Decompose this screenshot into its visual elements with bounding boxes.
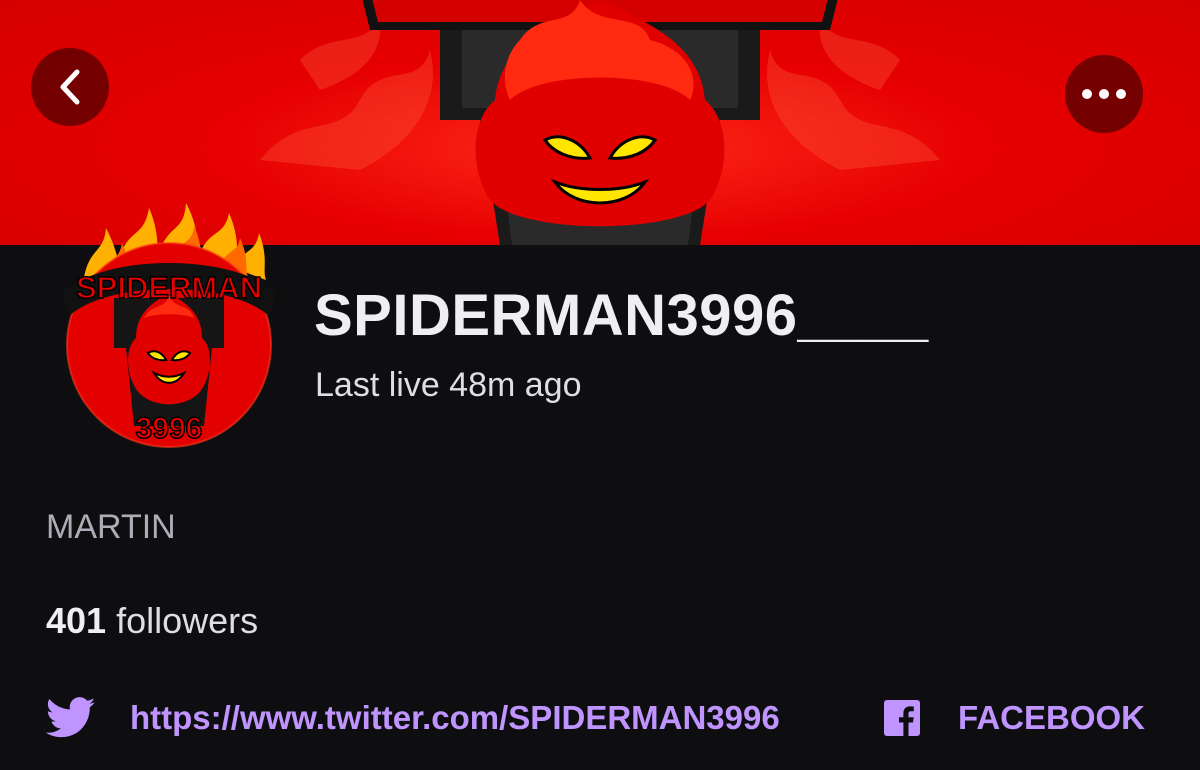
followers-label: followers — [116, 600, 259, 641]
channel-username: SPIDERMAN3996____ — [314, 283, 929, 348]
followers-number: 401 — [46, 600, 107, 641]
twitter-icon — [46, 697, 96, 738]
back-button[interactable] — [31, 48, 109, 126]
chevron-left-icon — [60, 69, 80, 105]
avatar-text-top: SPIDERMAN — [76, 270, 262, 305]
channel-profile-page: SPIDERMAN 3996 SPIDERMAN3996____ Last li… — [0, 0, 1200, 770]
facebook-link-label[interactable]: FACEBOOK — [958, 699, 1145, 737]
twitter-link-label[interactable]: https://www.twitter.com/SPIDERMAN3996 — [130, 699, 780, 737]
followers-count: 401 followers — [46, 600, 258, 642]
social-link-facebook[interactable]: FACEBOOK — [884, 690, 1145, 746]
more-horizontal-icon — [1082, 89, 1126, 99]
channel-bio: MARTIN — [46, 508, 176, 546]
facebook-icon — [884, 700, 920, 736]
more-options-button[interactable] — [1065, 55, 1143, 133]
last-live-status: Last live 48m ago — [315, 366, 582, 404]
social-link-twitter[interactable]: https://www.twitter.com/SPIDERMAN3996 — [46, 690, 780, 746]
avatar-image: SPIDERMAN 3996 — [62, 203, 276, 448]
avatar-text-bottom: 3996 — [136, 412, 203, 445]
channel-avatar[interactable]: SPIDERMAN 3996 — [44, 198, 294, 448]
